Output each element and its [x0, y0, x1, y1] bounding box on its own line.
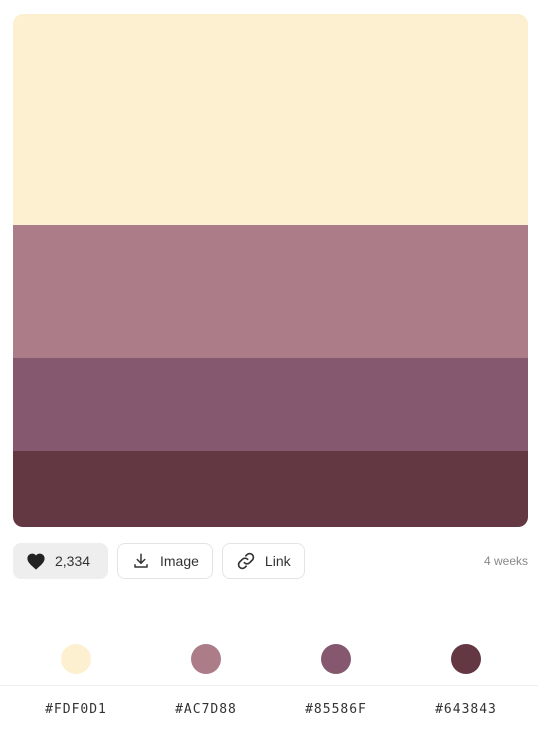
- link-button-label: Link: [264, 553, 291, 569]
- swatch-2[interactable]: [13, 225, 528, 358]
- swatch-1[interactable]: [13, 14, 528, 225]
- like-button[interactable]: 2,334: [13, 543, 108, 579]
- color-dot-3[interactable]: [321, 644, 351, 674]
- color-code-1[interactable]: #FDF0D1: [16, 702, 136, 717]
- download-icon: [131, 551, 151, 571]
- likes-count: 2,334: [55, 553, 91, 569]
- swatch-4[interactable]: [13, 451, 528, 527]
- image-button-label: Image: [160, 553, 199, 569]
- palette-preview[interactable]: [13, 14, 528, 527]
- image-button[interactable]: Image: [117, 543, 213, 579]
- color-dot-4[interactable]: [451, 644, 481, 674]
- link-icon: [236, 551, 256, 571]
- palette-page: 2,334 Image Link 4 weeks #FDF0D1 #AC7D88…: [0, 0, 538, 736]
- divider: [0, 685, 538, 686]
- action-bar: 2,334 Image Link 4 weeks: [13, 542, 528, 580]
- link-button[interactable]: Link: [221, 543, 305, 579]
- published-time: 4 weeks: [483, 554, 528, 568]
- color-dot-2[interactable]: [191, 644, 221, 674]
- color-dots: [0, 644, 538, 676]
- color-codes: #FDF0D1 #AC7D88 #85586F #643843: [0, 702, 538, 722]
- color-code-2[interactable]: #AC7D88: [146, 702, 266, 717]
- swatch-3[interactable]: [13, 358, 528, 451]
- heart-icon: [26, 551, 46, 571]
- color-code-4[interactable]: #643843: [406, 702, 526, 717]
- color-dot-1[interactable]: [61, 644, 91, 674]
- color-code-3[interactable]: #85586F: [276, 702, 396, 717]
